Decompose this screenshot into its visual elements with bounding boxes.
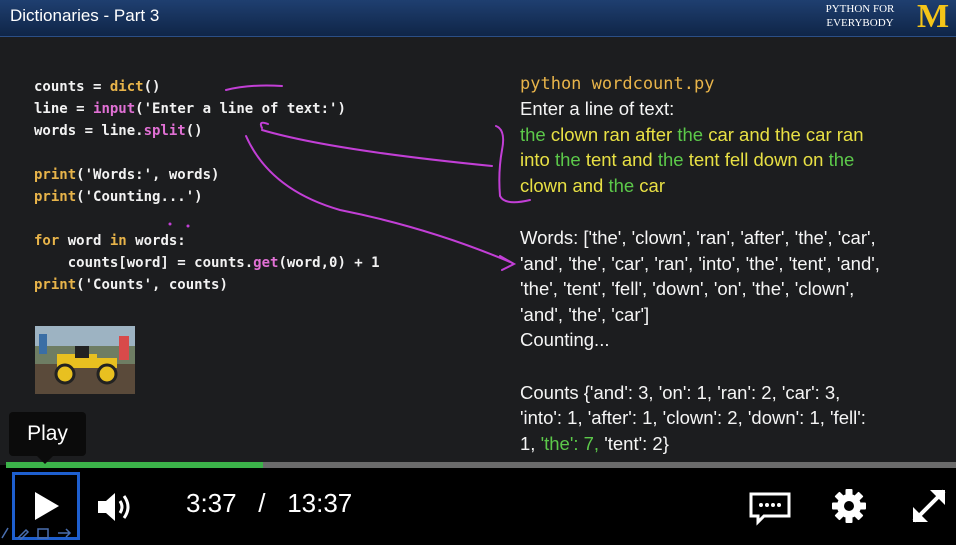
edge-toolbar-icons xyxy=(0,524,80,541)
gear-icon xyxy=(832,489,866,523)
play-tooltip: Play xyxy=(9,412,86,456)
annotation-underline xyxy=(225,84,283,91)
time-separator: / xyxy=(258,488,266,518)
volume-icon xyxy=(98,493,130,521)
captions-button[interactable] xyxy=(748,488,792,526)
time-display: 3:37 / 13:37 xyxy=(186,488,352,519)
annotation-arrow-to-words xyxy=(261,129,493,167)
volume-button[interactable] xyxy=(96,488,136,526)
fullscreen-button[interactable] xyxy=(910,487,948,525)
player-controls xyxy=(0,468,956,540)
video-frame[interactable]: Dictionaries - Part 3 PYTHON FOR EVERYBO… xyxy=(0,0,956,465)
pen-annotations xyxy=(168,84,531,271)
annotation-dot xyxy=(168,222,172,226)
annotation-bracket xyxy=(495,125,531,204)
annotation-split-circle xyxy=(259,121,269,129)
fullscreen-icon xyxy=(912,489,946,523)
tooltip-tail xyxy=(36,455,54,464)
annotation-arrowhead xyxy=(499,255,517,271)
annotation-dot xyxy=(186,224,190,228)
captions-icon xyxy=(749,492,791,526)
annotation-arrow-down xyxy=(245,135,511,263)
settings-button[interactable] xyxy=(830,487,868,525)
current-time: 3:37 xyxy=(186,488,237,518)
duration: 13:37 xyxy=(287,488,353,518)
